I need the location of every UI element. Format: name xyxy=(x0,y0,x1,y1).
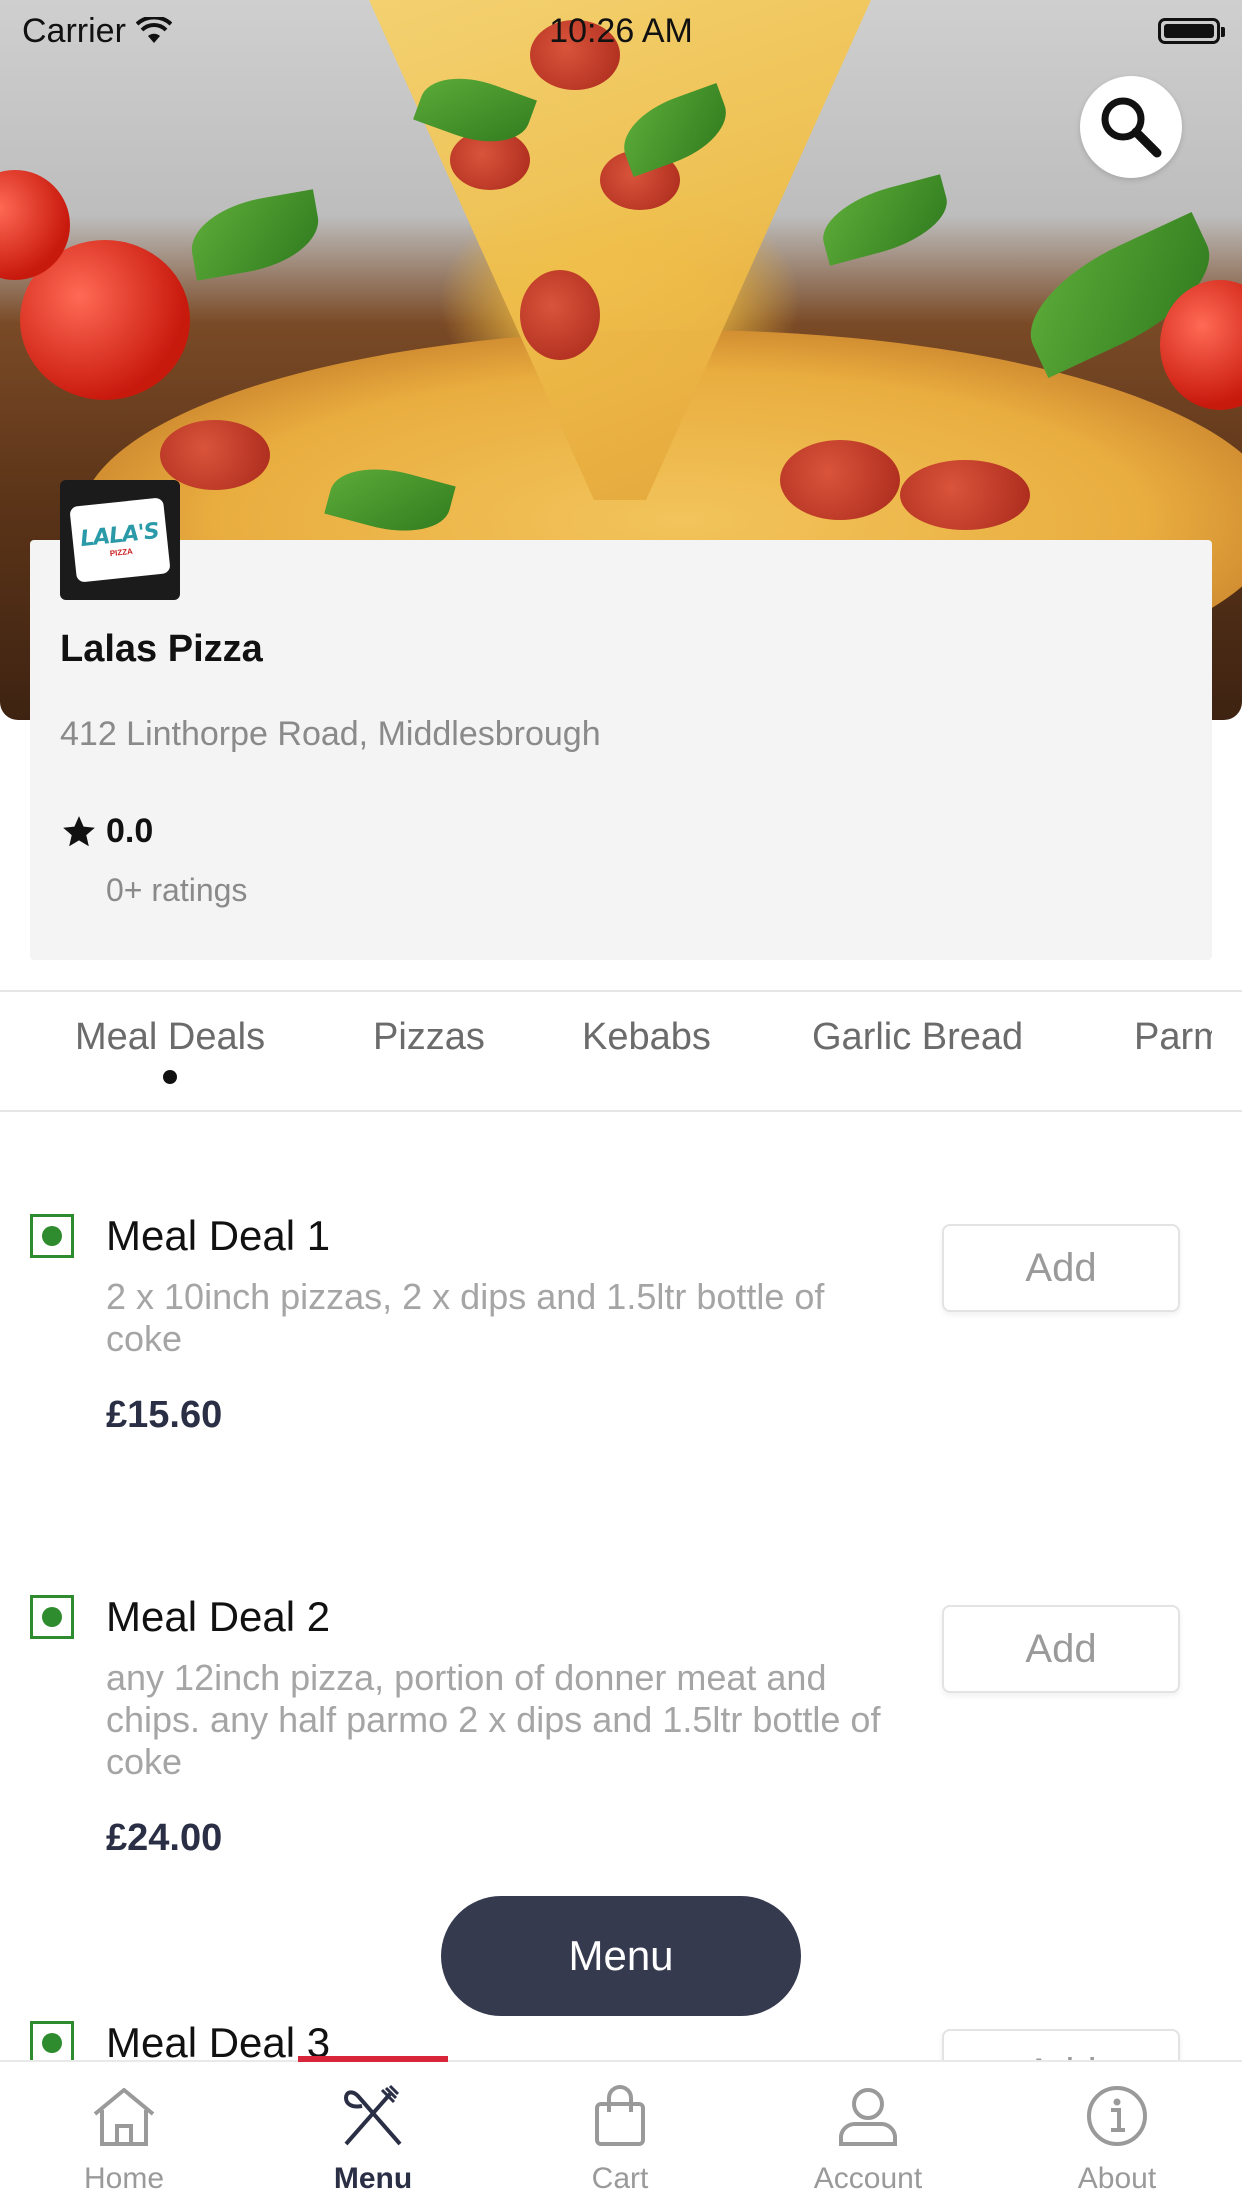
basil-leaf-graphic xyxy=(184,189,326,281)
pepperoni-graphic xyxy=(900,460,1030,530)
ratings-count: 0+ ratings xyxy=(106,872,248,908)
bag-icon xyxy=(595,2085,645,2146)
nav-cart-label: Cart xyxy=(591,2162,649,2195)
item-name: Meal Deal 2 xyxy=(106,1593,331,1640)
info-icon xyxy=(1087,2086,1147,2146)
nav-cart[interactable]: Cart xyxy=(540,2084,700,2196)
menu-button[interactable]: Menu xyxy=(441,1896,801,2016)
item-description: any 12inch pizza, portion of donner meat… xyxy=(106,1657,881,1782)
rating-value: 0.0 xyxy=(106,812,154,850)
tab-pizzas[interactable]: Pizzas xyxy=(373,1016,485,1059)
pepperoni-graphic xyxy=(520,270,600,360)
search-button[interactable] xyxy=(1080,76,1182,178)
item-price: £24.00 xyxy=(106,1817,223,1859)
item-name: Meal Deal 1 xyxy=(106,1212,331,1259)
tab-kebabs[interactable]: Kebabs xyxy=(582,1016,711,1059)
user-icon xyxy=(839,2088,897,2146)
active-nav-indicator xyxy=(298,2056,448,2062)
active-tab-indicator xyxy=(163,1070,177,1084)
add-button[interactable]: Add xyxy=(942,1224,1180,1312)
bottom-nav: Home Menu Cart Account About xyxy=(0,2056,1242,2208)
veg-icon xyxy=(30,1595,74,1639)
add-button[interactable]: Add xyxy=(942,1605,1180,1693)
pepperoni-graphic xyxy=(780,440,900,520)
nav-menu[interactable]: Menu xyxy=(293,2084,453,2196)
item-description: 2 x 10inch pizzas, 2 x dips and 1.5ltr b… xyxy=(106,1276,825,1359)
add-button[interactable]: Add xyxy=(942,2029,1180,2060)
restaurant-info-card: LALA'S PIZZA Lalas Pizza 412 Linthorpe R… xyxy=(30,480,1212,960)
item-price: £15.60 xyxy=(106,1394,223,1436)
nav-home-label: Home xyxy=(83,2162,165,2195)
item-name: Meal Deal 3 xyxy=(106,2019,331,2060)
nav-account[interactable]: Account xyxy=(788,2084,948,2196)
tab-meal-deals[interactable]: Meal Deals xyxy=(75,1016,265,1059)
rating-row: 0.0 xyxy=(60,812,153,851)
status-bar: Carrier xyxy=(0,0,1242,62)
nav-menu-label: Menu xyxy=(333,2162,413,2195)
nav-home[interactable]: Home xyxy=(44,2084,204,2196)
wifi-icon xyxy=(135,17,172,43)
star-icon xyxy=(63,815,95,846)
veg-icon xyxy=(30,2021,74,2060)
logo-subtext: PIZZA xyxy=(109,546,134,559)
basil-leaf-graphic xyxy=(814,174,956,266)
veg-icon xyxy=(30,1214,74,1258)
pepperoni-graphic xyxy=(160,420,270,490)
category-tabs: Meal Deals Pizzas Kebabs Garlic Bread Pa… xyxy=(0,990,1242,1112)
home-icon xyxy=(93,2088,155,2146)
nav-account-label: Account xyxy=(813,2162,923,2195)
restaurant-name: Lalas Pizza xyxy=(60,628,263,670)
logo-badge: LALA'S PIZZA xyxy=(69,497,171,583)
tab-garlic-bread[interactable]: Garlic Bread xyxy=(812,1016,1023,1059)
restaurant-logo: LALA'S PIZZA xyxy=(60,480,180,600)
fork-knife-icon xyxy=(343,2084,402,2146)
status-left: Carrier xyxy=(22,12,172,51)
battery-icon xyxy=(1158,18,1225,44)
restaurant-address: 412 Linthorpe Road, Middlesbrough xyxy=(60,715,601,753)
tabs-edge xyxy=(1212,992,1242,1110)
search-icon xyxy=(1101,97,1162,158)
nav-about[interactable]: About xyxy=(1037,2084,1197,2196)
nav-about-label: About xyxy=(1077,2162,1157,2195)
carrier-label: Carrier xyxy=(22,11,126,50)
menu-item: Meal Deal 3 Add xyxy=(0,2013,1242,2060)
